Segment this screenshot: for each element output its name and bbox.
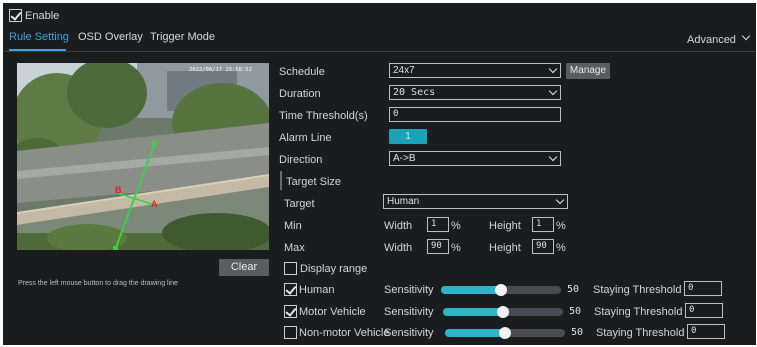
chevron-down-icon	[555, 195, 565, 205]
tab-osd-overlay[interactable]: OSD Overlay	[78, 31, 143, 43]
target-size-heading: Target Size	[286, 176, 342, 188]
min-label: Min	[284, 220, 302, 232]
human-checkbox[interactable]	[284, 283, 297, 296]
non-motor-vehicle-sensitivity-label: Sensitivity	[384, 327, 434, 339]
alarm-line-button-1[interactable]: 1	[389, 129, 427, 144]
target-label: Target	[284, 198, 315, 210]
duration-select[interactable]: 20 Secs	[389, 85, 561, 100]
duration-label: Duration	[279, 88, 321, 100]
tab-rule-setting[interactable]: Rule Setting	[9, 31, 69, 43]
alarm-line-label: Alarm Line	[279, 132, 332, 144]
display-range-label: Display range	[300, 263, 368, 275]
human-sensitivity-value: 50	[567, 284, 580, 295]
non-motor-vehicle-checkbox[interactable]	[284, 326, 297, 339]
slider-thumb[interactable]	[499, 327, 511, 339]
min-height-input[interactable]: 1	[532, 217, 554, 232]
schedule-value: 24x7	[393, 65, 415, 76]
min-height-label: Height	[489, 220, 521, 232]
motor-vehicle-sensitivity-label: Sensitivity	[384, 306, 434, 318]
motor-vehicle-checkbox[interactable]	[284, 305, 297, 318]
non-motor-vehicle-label: Non-motor Vehicle	[299, 327, 390, 339]
schedule-label: Schedule	[279, 66, 325, 78]
motor-vehicle-label: Motor Vehicle	[299, 306, 366, 318]
manage-button[interactable]: Manage	[566, 63, 610, 79]
duration-value: 20 Secs	[393, 87, 436, 98]
chevron-down-icon	[548, 64, 558, 74]
slider-fill	[441, 286, 501, 294]
chevron-down-icon[interactable]	[741, 31, 751, 41]
non-motor-vehicle-staying-input[interactable]: 0	[687, 324, 725, 339]
slider-fill	[443, 308, 503, 316]
slider-thumb[interactable]	[497, 306, 509, 318]
human-label: Human	[299, 284, 335, 296]
time-threshold-input[interactable]: 0	[389, 107, 561, 122]
motor-vehicle-sensitivity-value: 50	[569, 306, 582, 317]
max-width-unit: %	[451, 242, 461, 254]
motor-vehicle-staying-input[interactable]: 0	[685, 303, 723, 318]
drawing-hint: Press the left mouse button to drag the …	[18, 280, 178, 287]
max-height-label: Height	[489, 242, 521, 254]
direction-label: Direction	[279, 154, 323, 166]
motor-vehicle-staying-label: Staying Threshold	[594, 306, 683, 318]
tab-divider	[3, 51, 756, 52]
chevron-down-icon	[548, 152, 558, 162]
schedule-select[interactable]: 24x7	[389, 63, 561, 78]
human-staying-label: Staying Threshold	[593, 284, 682, 296]
min-width-input[interactable]: 1	[427, 217, 449, 232]
target-select[interactable]: Human	[383, 194, 568, 209]
smart-event-panel: Enable Rule Setting OSD Overlay Trigger …	[3, 3, 756, 345]
line-label-a: A	[151, 199, 158, 209]
max-width-input[interactable]: 90	[427, 239, 449, 254]
preview-timestamp: 2022/08/17 15:58:52	[189, 67, 252, 73]
direction-value: A->B	[393, 153, 416, 164]
direction-select[interactable]: A->B	[389, 151, 561, 166]
display-range-checkbox[interactable]	[284, 262, 297, 275]
max-label: Max	[284, 242, 305, 254]
chevron-down-icon	[548, 86, 558, 96]
clear-button[interactable]: Clear	[219, 259, 269, 276]
non-motor-vehicle-staying-label: Staying Threshold	[596, 327, 685, 339]
target-value: Human	[387, 196, 420, 207]
non-motor-vehicle-sensitivity-slider[interactable]	[445, 327, 565, 339]
slider-thumb[interactable]	[495, 284, 507, 296]
max-height-unit: %	[556, 242, 566, 254]
min-width-unit: %	[451, 220, 461, 232]
slider-fill	[445, 329, 505, 337]
enable-label: Enable	[25, 10, 60, 22]
line-label-b: B	[115, 185, 122, 195]
preview-scene: B A 2022/08/17 15:58:52	[7, 58, 272, 253]
section-marker	[280, 171, 282, 190]
non-motor-vehicle-sensitivity-value: 50	[571, 327, 584, 338]
motor-vehicle-sensitivity-slider[interactable]	[443, 306, 563, 318]
enable-checkbox[interactable]	[9, 9, 22, 22]
time-threshold-label: Time Threshold(s)	[279, 110, 368, 122]
human-staying-input[interactable]: 0	[684, 281, 722, 296]
human-sensitivity-label: Sensitivity	[384, 284, 434, 296]
max-width-label: Width	[384, 242, 413, 254]
min-height-unit: %	[556, 220, 566, 232]
min-width-label: Width	[384, 220, 413, 232]
human-sensitivity-slider[interactable]	[441, 284, 561, 296]
max-height-input[interactable]: 90	[532, 239, 554, 254]
advanced-label[interactable]: Advanced	[687, 33, 736, 47]
camera-preview[interactable]: B A 2022/08/17 15:58:52	[7, 58, 272, 253]
tab-trigger-mode[interactable]: Trigger Mode	[150, 31, 215, 43]
